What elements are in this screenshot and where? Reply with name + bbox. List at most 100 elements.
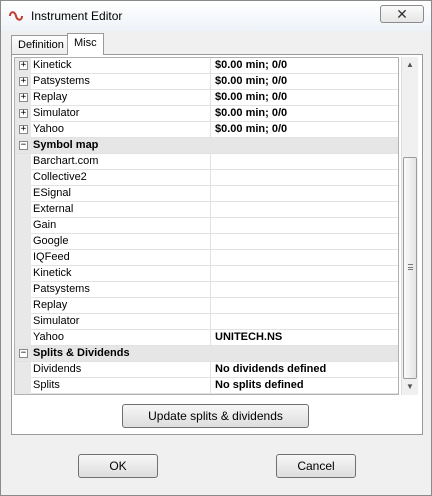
app-logo-icon (9, 11, 23, 21)
row-gutter (15, 186, 31, 202)
property-name: Yahoo (33, 331, 64, 343)
column-divider (210, 266, 211, 282)
column-divider (210, 330, 211, 346)
property-value[interactable]: No splits defined (215, 379, 304, 391)
property-name: Dividends (33, 363, 82, 375)
property-name: Patsystems (33, 75, 90, 87)
property-row[interactable]: Gain (15, 218, 398, 234)
property-name: Kinetick (33, 267, 72, 279)
collapse-icon[interactable]: − (19, 141, 28, 150)
property-value[interactable]: $0.00 min; 0/0 (215, 59, 287, 71)
vertical-scrollbar[interactable]: ▲ ▼ (401, 57, 418, 395)
property-value[interactable]: $0.00 min; 0/0 (215, 107, 287, 119)
column-divider (210, 234, 211, 250)
property-row[interactable]: Barchart.com (15, 154, 398, 170)
property-name: Barchart.com (33, 155, 99, 167)
property-row[interactable]: + Yahoo $0.00 min; 0/0 (15, 122, 398, 138)
tab-misc[interactable]: Misc (67, 33, 104, 55)
property-row[interactable]: + Simulator $0.00 min; 0/0 (15, 106, 398, 122)
column-divider (210, 154, 211, 170)
row-gutter (15, 330, 31, 346)
window-title: Instrument Editor (31, 9, 123, 23)
column-divider (210, 122, 211, 138)
collapse-icon[interactable]: − (19, 349, 28, 358)
ok-button[interactable]: OK (78, 454, 158, 478)
close-button[interactable]: ✕ (380, 5, 424, 23)
row-gutter (15, 298, 31, 314)
category-row[interactable]: − Symbol map (15, 138, 398, 154)
property-name: Simulator (33, 107, 80, 119)
row-gutter (15, 250, 31, 266)
property-value[interactable]: UNITECH.NS (215, 331, 282, 343)
property-name: Yahoo (33, 123, 64, 135)
row-gutter (15, 314, 31, 330)
property-name: Kinetick (33, 59, 72, 71)
property-row[interactable]: External (15, 202, 398, 218)
property-row[interactable]: Simulator (15, 314, 398, 330)
property-row[interactable]: Splits No splits defined (15, 378, 398, 394)
row-gutter (15, 202, 31, 218)
property-name: Symbol map (33, 139, 99, 151)
property-row[interactable]: + Kinetick $0.00 min; 0/0 (15, 58, 398, 74)
property-row[interactable]: ESignal (15, 186, 398, 202)
close-icon: ✕ (396, 6, 408, 22)
column-divider (210, 314, 211, 330)
scroll-down-icon[interactable]: ▼ (402, 379, 418, 395)
expand-icon[interactable]: + (19, 125, 28, 134)
property-row[interactable]: + Patsystems $0.00 min; 0/0 (15, 74, 398, 90)
property-row[interactable]: IQFeed (15, 250, 398, 266)
column-divider (210, 362, 211, 378)
row-gutter (15, 378, 31, 394)
property-name: Patsystems (33, 283, 90, 295)
row-gutter (15, 154, 31, 170)
column-divider (210, 106, 211, 122)
property-name: Collective2 (33, 171, 87, 183)
column-divider (210, 74, 211, 90)
property-row[interactable]: + Replay $0.00 min; 0/0 (15, 90, 398, 106)
scrollbar-thumb[interactable] (403, 157, 417, 379)
column-divider (210, 298, 211, 314)
misc-tab-panel: + Kinetick $0.00 min; 0/0 + Patsystems $0.00 … (11, 54, 423, 435)
row-gutter (15, 362, 31, 378)
update-splits-dividends-button[interactable]: Update splits & dividends (122, 404, 309, 428)
tab-definition[interactable]: Definition (11, 35, 71, 55)
expand-icon[interactable]: + (19, 109, 28, 118)
property-row[interactable]: Google (15, 234, 398, 250)
column-divider (210, 218, 211, 234)
category-row[interactable]: − Splits & Dividends (15, 346, 398, 362)
property-value[interactable]: $0.00 min; 0/0 (215, 123, 287, 135)
property-grid: + Kinetick $0.00 min; 0/0 + Patsystems $0.00 … (14, 57, 399, 395)
column-divider (210, 90, 211, 106)
property-row[interactable]: Patsystems (15, 282, 398, 298)
title-bar[interactable]: Instrument Editor ✕ (1, 1, 431, 31)
column-divider (210, 250, 211, 266)
property-row[interactable]: Replay (15, 298, 398, 314)
expand-icon[interactable]: + (19, 77, 28, 86)
property-row[interactable]: Yahoo UNITECH.NS (15, 330, 398, 346)
property-value[interactable]: No dividends defined (215, 363, 326, 375)
row-gutter (15, 282, 31, 298)
column-divider (210, 186, 211, 202)
property-name: Gain (33, 219, 57, 231)
instrument-editor-window: Instrument Editor ✕ Definition Misc + Kin… (0, 0, 432, 496)
property-name: IQFeed (33, 251, 70, 263)
property-value[interactable]: $0.00 min; 0/0 (215, 75, 287, 87)
row-gutter (15, 218, 31, 234)
row-gutter (15, 170, 31, 186)
property-row[interactable]: Dividends No dividends defined (15, 362, 398, 378)
property-value[interactable]: $0.00 min; 0/0 (215, 91, 287, 103)
property-name: External (33, 203, 74, 215)
property-name: Splits (33, 379, 60, 391)
scroll-up-icon[interactable]: ▲ (402, 57, 418, 73)
cancel-button[interactable]: Cancel (276, 454, 356, 478)
property-name: Replay (33, 299, 68, 311)
property-row[interactable]: Collective2 (15, 170, 398, 186)
column-divider (210, 202, 211, 218)
row-gutter (15, 266, 31, 282)
property-name: Google (33, 235, 69, 247)
property-name: Splits & Dividends (33, 347, 130, 359)
expand-icon[interactable]: + (19, 93, 28, 102)
property-row[interactable]: Kinetick (15, 266, 398, 282)
column-divider (210, 378, 211, 394)
expand-icon[interactable]: + (19, 61, 28, 70)
